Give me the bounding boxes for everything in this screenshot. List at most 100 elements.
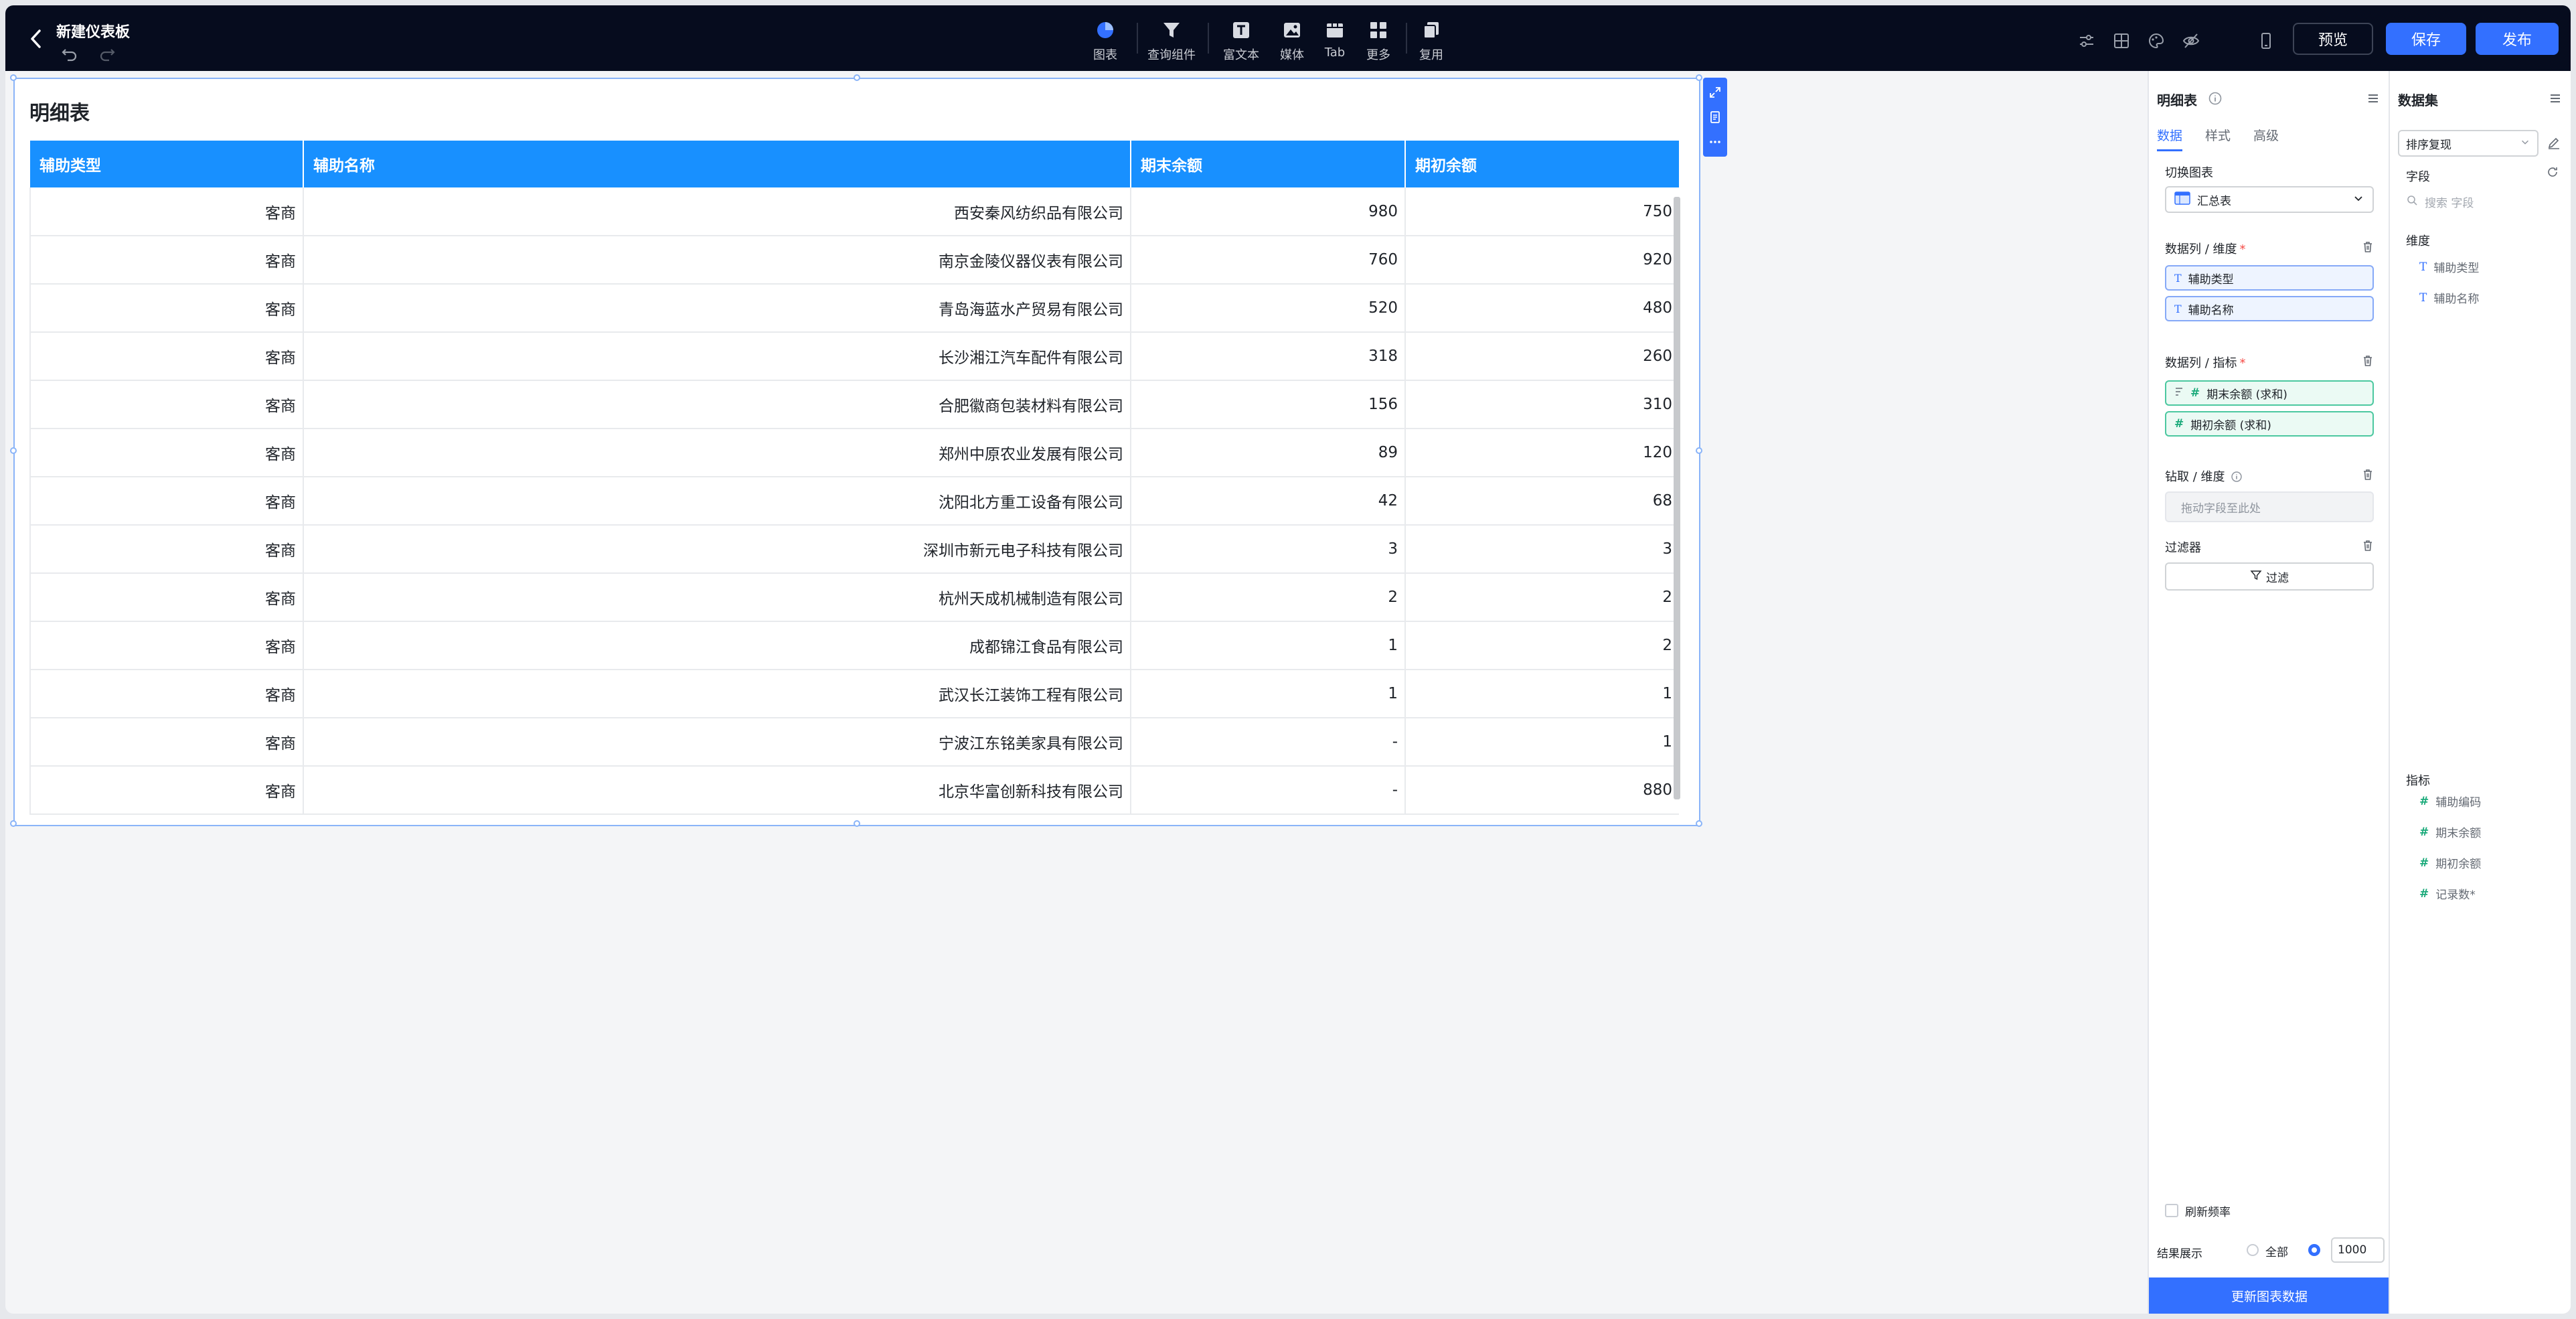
toolbar-query-button[interactable]: 查询组件 xyxy=(1138,19,1205,63)
table-row[interactable]: 客商 郑州中原农业发展有限公司 89 120 xyxy=(29,429,1679,477)
info-icon[interactable] xyxy=(2208,91,2223,108)
dataset-dimension-field[interactable]: T 辅助名称 xyxy=(2419,289,2479,307)
table-cell: 42 xyxy=(1131,477,1406,526)
expand-icon[interactable] xyxy=(1706,84,1724,101)
publish-button[interactable]: 发布 xyxy=(2476,23,2559,55)
metric-chip[interactable]: # 期末余额 (求和) xyxy=(2165,380,2374,406)
resize-handle[interactable] xyxy=(854,74,860,81)
result-all-radio[interactable] xyxy=(2247,1244,2259,1256)
table-widget[interactable]: 明细表 辅助类型 辅助名称 期末余额 期初余额 客商 西安秦风纺织品有限公司 980… xyxy=(10,74,1702,827)
result-limit-input[interactable]: 1000 xyxy=(2331,1237,2385,1263)
search-icon xyxy=(2406,194,2418,210)
table-row[interactable]: 客商 宁波江东铭美家具有限公司 -1 xyxy=(29,718,1679,767)
table-row[interactable]: 客商 南京金陵仪器仪表有限公司 760 920 xyxy=(29,236,1679,285)
document-icon[interactable] xyxy=(1706,108,1724,126)
toolbar-reuse-button[interactable]: 复用 xyxy=(1398,19,1465,63)
dimension-section-label: 数据列 / 维度 * xyxy=(2165,242,2246,256)
sliders-icon[interactable] xyxy=(2075,29,2098,52)
table-scrollbar[interactable] xyxy=(1674,197,1680,799)
table-row[interactable]: 客商 北京华富创新科技有限公司 -880 xyxy=(29,766,1679,815)
menu-icon[interactable] xyxy=(2548,91,2563,108)
text-type-icon: T xyxy=(2174,302,2182,315)
filter-section-label: 过滤器 xyxy=(2165,541,2201,555)
drill-drop-zone[interactable]: 拖动字段至此处 xyxy=(2165,491,2374,522)
mobile-layout-icon[interactable] xyxy=(2255,29,2277,52)
widget-title: 明细表 xyxy=(29,102,90,125)
column-header[interactable]: 辅助类型 xyxy=(30,141,304,187)
menu-icon[interactable] xyxy=(2366,91,2381,108)
resize-handle[interactable] xyxy=(1696,447,1702,454)
table-cell: 2 xyxy=(1131,573,1406,622)
preview-button[interactable]: 预览 xyxy=(2293,23,2373,55)
trash-icon[interactable] xyxy=(2360,240,2375,254)
table-cell: 深圳市新元电子科技有限公司 xyxy=(303,525,1131,574)
chart-type-select[interactable]: 汇总表 xyxy=(2165,186,2374,213)
column-header[interactable]: 期初余额 xyxy=(1405,141,1679,187)
table-row[interactable]: 客商 西安秦风纺织品有限公司 980 750 xyxy=(29,187,1679,236)
refresh-icon[interactable] xyxy=(2545,165,2560,182)
dataset-metric-field[interactable]: # 期初余额 xyxy=(2419,854,2481,872)
fields-label: 字段 xyxy=(2406,170,2430,184)
more-dots-icon[interactable] xyxy=(1706,133,1724,151)
undo-icon[interactable] xyxy=(60,44,79,63)
resize-handle[interactable] xyxy=(854,820,860,827)
dimension-chip[interactable]: T 辅助名称 xyxy=(2165,296,2374,321)
dimension-group-label: 维度 xyxy=(2406,234,2430,248)
table-cell: 西安秦风纺织品有限公司 xyxy=(303,187,1131,236)
save-button[interactable]: 保存 xyxy=(2386,23,2466,55)
metric-chip[interactable]: # 期初余额 (求和) xyxy=(2165,411,2374,437)
resize-handle[interactable] xyxy=(10,74,17,81)
table-row[interactable]: 客商 杭州天成机械制造有限公司 2 2 xyxy=(29,573,1679,622)
table-cell: 客商 xyxy=(29,236,304,285)
refresh-checkbox[interactable] xyxy=(2165,1204,2178,1217)
table-row[interactable]: 客商 武汉长江装饰工程有限公司 1 1 xyxy=(29,670,1679,718)
table-row[interactable]: 客商 成都锦江食品有限公司 1 2 xyxy=(29,621,1679,670)
trash-icon[interactable] xyxy=(2360,467,2375,482)
dashboard-title[interactable]: 新建仪表板 xyxy=(56,20,130,42)
resize-handle[interactable] xyxy=(10,820,17,827)
dataset-title: 数据集 xyxy=(2398,92,2438,108)
app-window: 新建仪表板 图表 查询组件 富文本 媒体 Tab 更多 复用 预览 保存 发布 … xyxy=(5,5,2571,1314)
table-cell: 480 xyxy=(1405,284,1679,333)
column-header[interactable]: 辅助名称 xyxy=(303,141,1131,187)
table-cell: 1 xyxy=(1405,718,1679,767)
table-row[interactable]: 客商 长沙湘江汽车配件有限公司 318 260 xyxy=(29,332,1679,381)
tab-data[interactable]: 数据 xyxy=(2157,126,2183,151)
column-header[interactable]: 期末余额 xyxy=(1131,141,1406,187)
resize-handle[interactable] xyxy=(10,447,17,454)
trash-icon[interactable] xyxy=(2360,354,2375,368)
table-row[interactable]: 客商 青岛海蓝水产贸易有限公司 520 480 xyxy=(29,284,1679,333)
eye-off-icon[interactable] xyxy=(2180,29,2202,52)
redo-icon[interactable] xyxy=(98,44,116,63)
dataset-metric-field[interactable]: # 辅助编码 xyxy=(2419,793,2481,810)
trash-icon[interactable] xyxy=(2360,538,2375,553)
number-type-icon: # xyxy=(2419,825,2429,839)
dataset-metric-field[interactable]: # 期末余额 xyxy=(2419,824,2481,841)
table-cell: 长沙湘江汽车配件有限公司 xyxy=(303,332,1131,381)
refresh-label: 刷新频率 xyxy=(2185,1206,2231,1219)
resize-handle[interactable] xyxy=(1696,74,1702,81)
tab-style[interactable]: 样式 xyxy=(2205,126,2231,151)
text-type-icon: T xyxy=(2419,260,2427,274)
field-search-input[interactable]: 搜索 字段 xyxy=(2406,190,2564,213)
tab-advanced[interactable]: 高级 xyxy=(2253,126,2279,151)
resize-handle[interactable] xyxy=(1696,820,1702,827)
table-cell: 750 xyxy=(1405,187,1679,236)
table-row[interactable]: 客商 合肥徽商包装材料有限公司 156 310 xyxy=(29,380,1679,429)
toolbar-chart-button[interactable]: 图表 xyxy=(1072,19,1139,63)
layout-icon[interactable] xyxy=(2110,29,2133,52)
edit-pencil-icon[interactable] xyxy=(2547,135,2561,153)
dataset-select[interactable]: 排序复现 xyxy=(2398,130,2539,157)
dataset-metric-field[interactable]: # 记录数* xyxy=(2419,885,2476,903)
back-arrow-icon[interactable] xyxy=(23,25,50,52)
dataset-dimension-field[interactable]: T 辅助类型 xyxy=(2419,258,2479,276)
table-row[interactable]: 客商 沈阳北方重工设备有限公司 42 68 xyxy=(29,477,1679,526)
filter-button[interactable]: 过滤 xyxy=(2165,562,2374,591)
table-row[interactable]: 客商 深圳市新元电子科技有限公司 3 3 xyxy=(29,525,1679,574)
table-cell: 客商 xyxy=(29,332,304,381)
update-chart-data-button[interactable]: 更新图表数据 xyxy=(2149,1277,2390,1314)
number-type-icon: # xyxy=(2190,386,2200,400)
theme-palette-icon[interactable] xyxy=(2145,29,2168,52)
result-limit-radio[interactable] xyxy=(2308,1244,2320,1256)
dimension-chip[interactable]: T 辅助类型 xyxy=(2165,265,2374,291)
